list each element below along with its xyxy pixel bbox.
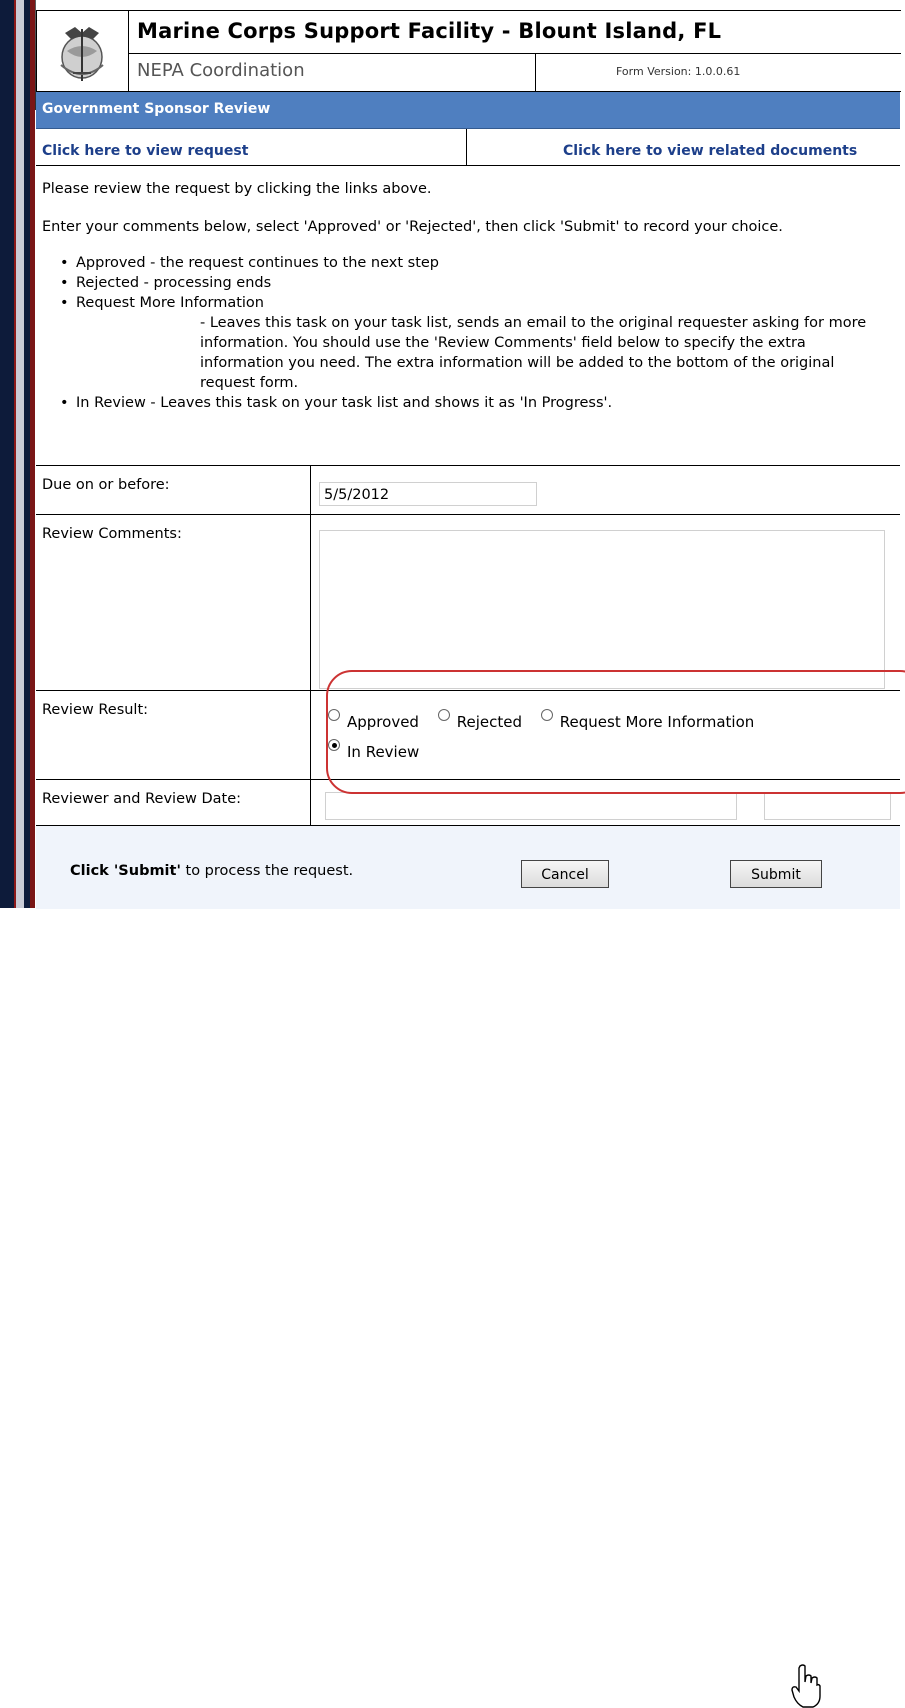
review-result-row: Review Result: Approved Rejected Request… [36,690,900,780]
links-row: Click here to view request Click here to… [36,129,900,166]
form-version-value: 1.0.0.61 [694,65,741,78]
request-more-detail: - Leaves this task on your task list, se… [200,315,867,391]
footer-instruction-bold: Click 'Submit' [70,863,181,879]
title-cell: Marine Corps Support Facility - Blount I… [129,11,901,54]
links-divider [466,129,467,165]
column-divider [310,691,311,780]
instructions: Please review the request by clicking th… [42,179,892,413]
logo-cell [37,11,129,91]
submit-button[interactable]: Submit [730,860,822,888]
form-version-label: Form Version: [616,65,692,78]
review-date-field[interactable] [764,792,891,820]
instruction-list: Approved - the request continues to the … [42,253,892,413]
page-title: Marine Corps Support Facility - Blount I… [137,19,722,43]
review-result-radio-group: Approved Rejected Request More Informati… [326,709,766,773]
column-divider [310,466,311,514]
due-date-row: Due on or before: 5/5/2012 [36,465,900,514]
list-item-rejected: Rejected - processing ends [60,273,892,293]
approved-radio[interactable] [328,709,340,721]
request-more-radio-label[interactable]: Request More Information [560,713,754,731]
hand-cursor-icon [791,1664,821,1708]
review-comments-textarea[interactable] [319,530,885,689]
review-result-label: Review Result: [42,702,149,718]
review-comments-row: Review Comments: [36,514,900,691]
section-title: Government Sponsor Review [42,101,271,117]
form-footer: Click 'Submit' to process the request. C… [36,825,900,1708]
version-cell: Form Version: 1.0.0.61 [536,54,901,91]
left-border-red [30,0,35,908]
due-date-field: 5/5/2012 [319,482,537,506]
section-header-bar: Government Sponsor Review [36,92,900,129]
review-comments-label: Review Comments: [42,526,182,542]
left-border-gap [16,0,24,908]
form-header: Marine Corps Support Facility - Blount I… [36,10,901,92]
due-date-label: Due on or before: [42,477,170,493]
list-item-request-more: Request More Information - Leaves this t… [60,293,892,393]
review-form: Marine Corps Support Facility - Blount I… [36,0,905,1708]
cancel-button[interactable]: Cancel [521,860,609,888]
reviewer-name-field[interactable] [325,792,737,820]
reviewer-row: Reviewer and Review Date: [36,779,900,825]
request-more-radio[interactable] [540,709,553,721]
request-more-title: Request More Information [76,295,264,311]
view-documents-link[interactable]: Click here to view related documents [563,143,857,159]
column-divider [310,780,311,825]
rejected-radio-label[interactable]: Rejected [457,713,522,731]
page-subtitle: NEPA Coordination [137,60,305,81]
in-review-radio-label[interactable]: In Review [347,743,419,761]
approved-radio-label[interactable]: Approved [347,713,419,731]
column-divider [310,515,311,691]
subtitle-cell: NEPA Coordination [129,54,536,91]
view-request-link[interactable]: Click here to view request [42,143,248,159]
footer-instruction-rest: to process the request. [180,863,354,879]
list-item-in-review: In Review - Leaves this task on your tas… [60,393,892,413]
list-item-approved: Approved - the request continues to the … [60,253,892,273]
left-border-strip [0,0,14,908]
footer-instruction: Click 'Submit' to process the request. [70,863,353,879]
instruction-paragraph-2: Enter your comments below, select 'Appro… [42,219,783,235]
rejected-radio[interactable] [437,709,450,721]
reviewer-label: Reviewer and Review Date: [42,791,241,807]
usmc-emblem-icon [60,27,104,81]
radio-line-1: Approved Rejected Request More Informati… [326,709,766,743]
instruction-paragraph-1: Please review the request by clicking th… [42,181,432,197]
radio-line-2: In Review [326,739,766,773]
form-version: Form Version: 1.0.0.61 [616,65,740,78]
in-review-radio[interactable] [328,739,340,751]
